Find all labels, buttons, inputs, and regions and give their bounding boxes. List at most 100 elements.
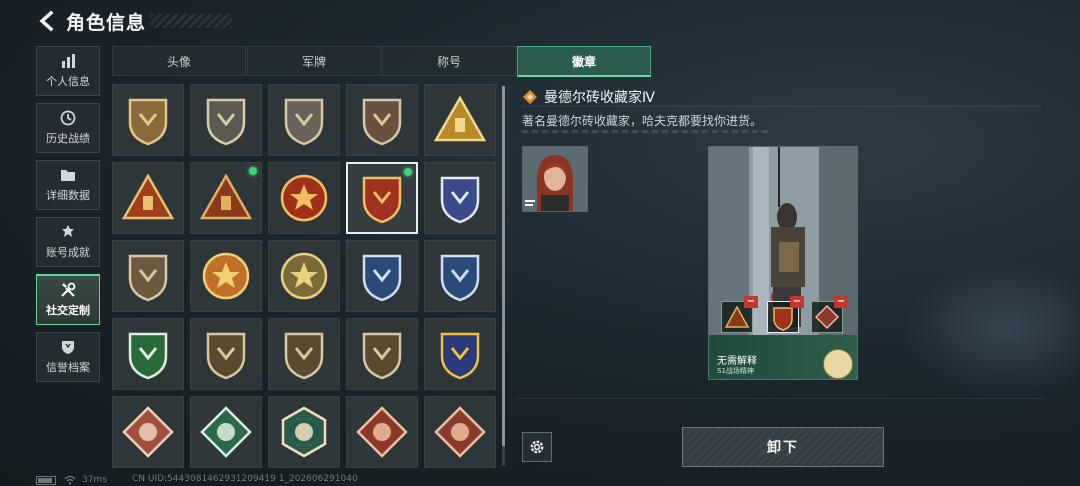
player-avatar[interactable] bbox=[522, 146, 588, 212]
shield-badge-icon bbox=[440, 332, 480, 380]
settings-button[interactable] bbox=[522, 432, 552, 462]
hex-badge-icon bbox=[281, 406, 327, 458]
tab-bar: 头像 军牌 称号 徽章 bbox=[112, 46, 652, 77]
background-glow bbox=[900, 260, 1080, 400]
clock-icon bbox=[60, 110, 76, 126]
badge-cell[interactable] bbox=[190, 396, 262, 468]
badge-cell[interactable] bbox=[424, 84, 496, 156]
title-decoration bbox=[150, 14, 232, 28]
tab-1[interactable]: 头像 bbox=[112, 46, 246, 76]
page-title: 角色信息 bbox=[66, 12, 147, 34]
divider bbox=[516, 398, 1046, 399]
tab-4[interactable]: 徽章 bbox=[517, 46, 651, 77]
shield-badge-icon bbox=[128, 98, 168, 146]
shield-badge-icon bbox=[284, 98, 324, 146]
shield-badge-icon bbox=[362, 254, 402, 302]
diamond-badge-icon bbox=[356, 406, 408, 458]
shield-icon bbox=[62, 341, 74, 354]
wifi-icon bbox=[64, 475, 76, 485]
tab-2[interactable]: 军牌 bbox=[247, 46, 381, 76]
diamond-badge-icon bbox=[200, 406, 252, 458]
header: 角色信息 bbox=[0, 0, 260, 42]
sidebar-item-label: 社交定制 bbox=[46, 304, 90, 317]
diamond-badge-icon bbox=[122, 406, 174, 458]
badge-cell[interactable] bbox=[424, 240, 496, 312]
triangle-badge-icon bbox=[433, 95, 487, 142]
badge-grid bbox=[112, 84, 498, 474]
remove-badge-button[interactable]: − bbox=[790, 296, 804, 308]
badge-type-icon bbox=[523, 90, 537, 104]
ping-text: 37ms bbox=[82, 475, 107, 485]
badge-cell[interactable] bbox=[112, 162, 184, 234]
badge-cell[interactable] bbox=[346, 396, 418, 468]
sidebar-item-2[interactable]: 历史战绩 bbox=[36, 103, 100, 153]
card-badge-slot-selected[interactable]: − bbox=[767, 296, 804, 333]
badge-cell[interactable] bbox=[112, 396, 184, 468]
sidebar-item-1[interactable]: 个人信息 bbox=[36, 46, 100, 96]
uid-text: CN UID:5443081462931209419 1_20260629104… bbox=[132, 474, 358, 484]
sidebar-item-3[interactable]: 详细数据 bbox=[36, 160, 100, 210]
card-badge-slot[interactable]: − bbox=[811, 296, 848, 333]
badge-cell[interactable] bbox=[346, 240, 418, 312]
round-badge-icon bbox=[202, 252, 250, 300]
remove-badge-button[interactable]: − bbox=[834, 296, 848, 308]
badge-cell[interactable] bbox=[190, 162, 262, 234]
unequip-button[interactable]: 卸下 bbox=[682, 427, 884, 467]
gear-icon bbox=[530, 440, 544, 454]
shield-badge-icon bbox=[284, 332, 324, 380]
badge-cell[interactable] bbox=[268, 162, 340, 234]
diamond-badge-icon bbox=[434, 406, 486, 458]
sidebar-item-5[interactable]: 社交定制 bbox=[36, 274, 100, 325]
sidebar-item-label: 历史战绩 bbox=[46, 132, 90, 145]
badge-cell[interactable] bbox=[268, 318, 340, 390]
badge-grid-scrollbar[interactable] bbox=[502, 86, 505, 466]
tools-icon bbox=[61, 282, 76, 297]
badge-description: 著名曼德尔砖收藏家，哈夫克都要找你进货。 bbox=[522, 114, 763, 128]
round-badge-icon bbox=[280, 252, 328, 300]
card-subtitle: S1战场精神 bbox=[717, 367, 754, 375]
badge-cell[interactable] bbox=[268, 396, 340, 468]
triangle-badge-icon bbox=[121, 173, 175, 220]
badge-cell[interactable] bbox=[424, 318, 496, 390]
shield-badge-icon bbox=[362, 176, 402, 224]
badge-name: 曼德尔砖收藏家Ⅳ bbox=[544, 90, 655, 106]
remove-badge-button[interactable]: − bbox=[744, 296, 758, 308]
badge-cell[interactable] bbox=[112, 240, 184, 312]
shield-badge-icon bbox=[128, 254, 168, 302]
shield-badge-icon bbox=[362, 98, 402, 146]
tab-3[interactable]: 称号 bbox=[382, 46, 516, 76]
badge-cell[interactable] bbox=[112, 84, 184, 156]
badge-cell[interactable] bbox=[190, 240, 262, 312]
badge-cell[interactable] bbox=[424, 396, 496, 468]
sidebar-item-6[interactable]: 信誉档案 bbox=[36, 332, 100, 382]
folder-icon bbox=[61, 170, 75, 181]
shield-badge-icon bbox=[206, 98, 246, 146]
badge-cell-selected[interactable] bbox=[346, 162, 418, 234]
battery-icon bbox=[36, 475, 56, 485]
card-badge-slot[interactable]: − bbox=[721, 296, 758, 333]
back-arrow-icon[interactable] bbox=[36, 10, 58, 32]
card-emblem-icon bbox=[823, 349, 853, 379]
shield-badge-icon bbox=[440, 176, 480, 224]
divider bbox=[522, 106, 1042, 107]
badge-detail-title: 曼德尔砖收藏家Ⅳ bbox=[522, 87, 655, 107]
badge-cell[interactable] bbox=[346, 84, 418, 156]
shield-badge-icon bbox=[440, 254, 480, 302]
scrollbar-thumb[interactable] bbox=[502, 86, 505, 446]
badge-cell[interactable] bbox=[112, 318, 184, 390]
sidebar-item-4[interactable]: 账号成就 bbox=[36, 217, 100, 267]
avatar-portrait-icon bbox=[523, 147, 587, 211]
status-bar: 37ms bbox=[36, 474, 107, 486]
sidebar-item-label: 个人信息 bbox=[46, 75, 90, 88]
badge-cell[interactable] bbox=[424, 162, 496, 234]
badge-cell[interactable] bbox=[346, 318, 418, 390]
badge-cell[interactable] bbox=[190, 318, 262, 390]
badge-cell[interactable] bbox=[268, 84, 340, 156]
equipped-indicator-dot bbox=[249, 167, 257, 175]
card-name: 无需解释 bbox=[717, 356, 757, 367]
bar-chart-icon bbox=[62, 54, 75, 68]
shield-badge-icon bbox=[362, 332, 402, 380]
badge-cell[interactable] bbox=[190, 84, 262, 156]
medal-icon bbox=[62, 225, 74, 237]
badge-cell[interactable] bbox=[268, 240, 340, 312]
